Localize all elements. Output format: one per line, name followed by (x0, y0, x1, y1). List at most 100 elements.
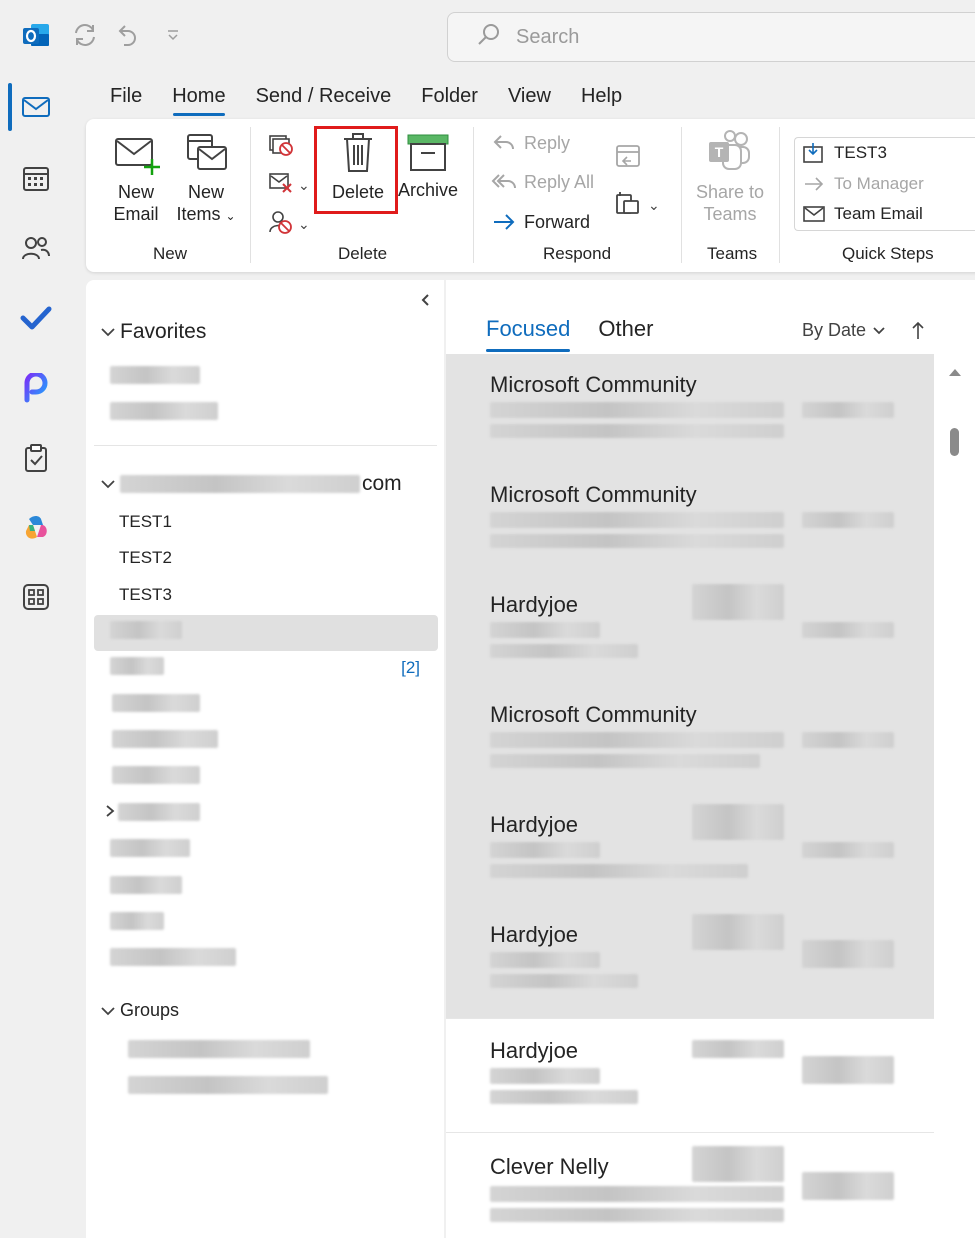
sort-direction-arrow-icon[interactable] (908, 318, 928, 342)
list-item[interactable] (110, 621, 182, 639)
tab-help[interactable]: Help (566, 82, 637, 112)
more-respond-icon (614, 189, 642, 222)
tab-folder[interactable]: Folder (406, 82, 493, 112)
message-flag-redacted (692, 1146, 784, 1182)
message-item[interactable]: Hardyjoe (446, 1020, 934, 1130)
list-item[interactable] (112, 694, 200, 712)
message-item[interactable]: Hardyjoe (446, 574, 934, 684)
message-item[interactable]: Clever Nelly (446, 1136, 934, 1238)
tab-file[interactable]: File (95, 82, 157, 112)
message-item[interactable]: Hardyjoe (446, 904, 934, 1014)
groups-header[interactable]: Groups (98, 1000, 179, 1021)
collapse-pane-button[interactable] (416, 292, 436, 312)
new-items-button[interactable]: New Items ⌄ (176, 131, 236, 228)
undo-icon[interactable] (114, 20, 144, 50)
clean-up-button[interactable]: ⌄ (268, 171, 310, 200)
list-item[interactable] (110, 839, 190, 857)
message-date-redacted (802, 940, 894, 968)
mail-icon[interactable] (16, 87, 56, 127)
loop-app-icon[interactable] (16, 368, 56, 408)
new-email-icon (112, 133, 160, 180)
sort-by-date-button[interactable]: By Date (802, 320, 886, 341)
reply-button[interactable]: Reply (490, 131, 570, 155)
reply-all-icon (490, 170, 518, 194)
list-item[interactable] (112, 766, 200, 784)
more-apps-icon[interactable] (16, 577, 56, 617)
menu-tabs: File Home Send / Receive Folder View Hel… (95, 82, 637, 116)
forward-button[interactable]: Forward (490, 210, 590, 234)
message-date-redacted (802, 1056, 894, 1084)
tab-focused[interactable]: Focused (486, 316, 571, 352)
list-item[interactable] (110, 402, 218, 420)
meeting-reply-button[interactable] (614, 141, 642, 174)
clipboard-task-icon[interactable] (16, 438, 56, 478)
message-list-scrollbar[interactable] (946, 358, 962, 1238)
copilot-icon[interactable] (16, 508, 56, 548)
message-sender: Hardyjoe (490, 922, 579, 947)
list-item[interactable] (128, 1076, 328, 1094)
message-item[interactable]: Microsoft Community (446, 354, 934, 464)
favorites-header[interactable]: Favorites (98, 320, 206, 344)
list-item[interactable] (128, 1040, 310, 1058)
message-item[interactable]: Hardyjoe (446, 794, 934, 904)
message-date-redacted (802, 512, 894, 528)
message-sender: Hardyjoe (490, 812, 579, 837)
reply-all-button[interactable]: Reply All (490, 170, 594, 194)
message-subject-redacted (490, 512, 784, 528)
people-icon[interactable] (16, 228, 56, 268)
new-items-label-1: New (187, 182, 224, 202)
sync-icon[interactable] (70, 20, 100, 50)
folder-test3[interactable]: TEST3 (119, 585, 172, 605)
folder-test2[interactable]: TEST2 (119, 548, 172, 568)
tab-send-receive[interactable]: Send / Receive (241, 82, 407, 112)
search-box[interactable]: Search (447, 12, 975, 62)
todo-check-icon[interactable] (16, 298, 56, 338)
ribbon-separator (473, 127, 474, 263)
list-item[interactable] (112, 730, 218, 748)
quick-step-to-manager[interactable]: To Manager (800, 172, 924, 196)
calendar-icon[interactable] (16, 158, 56, 198)
junk-button[interactable]: ⌄ (268, 209, 310, 240)
message-sender: Hardyjoe (490, 592, 579, 617)
scroll-up-arrow-icon[interactable] (948, 364, 962, 382)
message-subject-redacted (490, 732, 784, 748)
message-preview-redacted (490, 974, 638, 988)
message-preview-redacted (490, 754, 760, 768)
share-to-teams-button[interactable]: T Share to Teams (690, 129, 770, 226)
list-item[interactable] (110, 876, 182, 894)
message-date-redacted (802, 622, 894, 638)
message-preview-redacted (490, 1090, 638, 1104)
scroll-thumb[interactable] (950, 428, 959, 456)
ignore-button[interactable] (268, 133, 294, 162)
quick-step-test3[interactable]: TEST3 (800, 141, 887, 165)
message-item[interactable]: Microsoft Community (446, 464, 934, 574)
ignore-icon (268, 133, 294, 162)
message-preview-redacted (490, 864, 748, 878)
archive-button[interactable]: Archive (396, 133, 460, 202)
message-subject-redacted (490, 402, 784, 418)
new-email-button[interactable]: New Email (110, 133, 162, 226)
reply-all-label: Reply All (524, 172, 595, 192)
chevron-right-icon[interactable] (104, 804, 116, 823)
message-preview-redacted (490, 424, 784, 438)
customize-toolbar-icon[interactable] (158, 20, 188, 50)
quick-step-team-email[interactable]: Team Email (800, 202, 923, 226)
message-separator (446, 1018, 934, 1019)
tab-home[interactable]: Home (157, 82, 240, 116)
sort-label: By Date (802, 320, 867, 340)
message-item[interactable]: Microsoft Community (446, 684, 934, 794)
tab-other[interactable]: Other (598, 316, 653, 348)
list-item[interactable] (110, 948, 236, 966)
list-item[interactable] (110, 366, 200, 384)
group-label-quick-steps: Quick Steps (842, 244, 934, 263)
new-items-label-2: Items (176, 204, 221, 224)
tab-view[interactable]: View (493, 82, 566, 112)
list-item[interactable] (110, 657, 164, 675)
chevron-down-icon (98, 478, 118, 490)
list-item[interactable] (118, 803, 200, 821)
more-respond-button[interactable]: ⌄ (614, 189, 660, 222)
groups-label: Groups (120, 1000, 180, 1020)
folder-test1[interactable]: TEST1 (119, 512, 172, 532)
account-header[interactable]: com (98, 472, 402, 496)
list-item[interactable] (110, 912, 164, 930)
